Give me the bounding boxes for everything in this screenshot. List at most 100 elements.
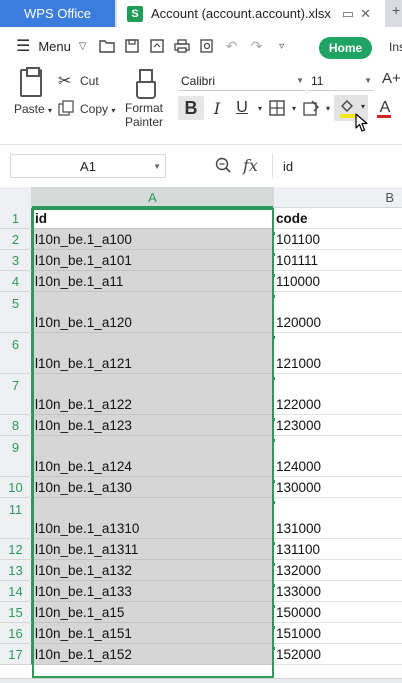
format-painter-button[interactable]: Format Painter	[125, 101, 163, 129]
row-header-4[interactable]: 4	[0, 271, 32, 292]
cell-a13[interactable]: l10n_be.1_a132	[32, 560, 273, 581]
paste-button[interactable]: Paste ▾	[14, 102, 52, 116]
copy-icon[interactable]	[58, 100, 74, 119]
undo-icon[interactable]: ↶	[224, 38, 240, 54]
redo-icon[interactable]: ↷	[249, 38, 265, 54]
row-header-3[interactable]: 3	[0, 250, 32, 271]
customize-chevron-icon[interactable]: ▿	[274, 38, 290, 54]
cell-b11[interactable]: 131000	[273, 498, 402, 539]
export-icon[interactable]	[149, 38, 165, 54]
row-header-12[interactable]: 12	[0, 539, 32, 560]
chevron-down-icon[interactable]: ▽	[79, 41, 87, 52]
row-header-6[interactable]: 6	[0, 333, 32, 374]
cell-a1[interactable]: id	[32, 208, 273, 229]
underline-button[interactable]: U	[230, 96, 254, 120]
new-tab-icon[interactable]: +	[392, 2, 400, 18]
row-header-15[interactable]: 15	[0, 602, 32, 623]
fx-icon[interactable]: fx	[243, 156, 258, 175]
row-header-1[interactable]: 1	[0, 208, 32, 229]
row-header-17[interactable]: 17	[0, 644, 32, 665]
formula-input[interactable]: id	[272, 154, 402, 178]
open-folder-icon[interactable]	[98, 38, 115, 54]
cell-a16[interactable]: l10n_be.1_a151	[32, 623, 273, 644]
cell-style-chevron-icon[interactable]: ▾	[322, 96, 334, 120]
cell-a2[interactable]: l10n_be.1_a100	[32, 229, 273, 250]
row-header-8[interactable]: 8	[0, 415, 32, 436]
cell-b14[interactable]: 133000	[273, 581, 402, 602]
print-icon[interactable]	[173, 38, 190, 54]
cell-a9[interactable]: l10n_be.1_a124	[32, 436, 273, 477]
underline-chevron-icon[interactable]: ▾	[254, 96, 266, 120]
column-header-a[interactable]: A	[32, 187, 273, 208]
sheet-tabs-strip[interactable]	[0, 678, 402, 683]
hamburger-icon[interactable]: ☰	[16, 36, 30, 56]
cell-a15[interactable]: l10n_be.1_a15	[32, 602, 273, 623]
row-header-13[interactable]: 13	[0, 560, 32, 581]
cell-a6[interactable]: l10n_be.1_a121	[32, 333, 273, 374]
font-size-select[interactable]: 11 ▼	[308, 71, 374, 91]
cell-a3[interactable]: l10n_be.1_a101	[32, 250, 273, 271]
restore-icon[interactable]: ▭	[342, 6, 360, 21]
print-preview-icon[interactable]	[199, 38, 215, 54]
cell-b15[interactable]: 150000	[273, 602, 402, 623]
select-all-corner[interactable]	[0, 187, 32, 208]
name-box[interactable]: A1 ▼	[10, 154, 166, 178]
cell-a11[interactable]: l10n_be.1_a1310	[32, 498, 273, 539]
borders-icon[interactable]	[266, 96, 288, 120]
row-header-9[interactable]: 9	[0, 436, 32, 477]
cell-style-icon[interactable]	[300, 96, 322, 120]
copy-button[interactable]: Copy ▾	[80, 102, 115, 116]
cell-a8[interactable]: l10n_be.1_a123	[32, 415, 273, 436]
scissors-icon[interactable]: ✂	[58, 71, 71, 91]
cell-a12[interactable]: l10n_be.1_a1311	[32, 539, 273, 560]
cell-b1[interactable]: code	[273, 208, 402, 229]
cell-b8[interactable]: 123000	[273, 415, 402, 436]
save-icon[interactable]	[124, 38, 140, 54]
cell-b10[interactable]: 130000	[273, 477, 402, 498]
spreadsheet-grid[interactable]: A B 1 id code 2 l10n_be.1_a100 101100 3 l10n…	[0, 187, 402, 683]
cut-button[interactable]: Cut	[80, 74, 99, 88]
cell-a5[interactable]: l10n_be.1_a120	[32, 292, 273, 333]
cell-b12[interactable]: 131100	[273, 539, 402, 560]
cell-b7[interactable]: 122000	[273, 374, 402, 415]
row-header-5[interactable]: 5	[0, 292, 32, 333]
wps-office-tab[interactable]: WPS Office	[0, 0, 115, 27]
cell-b6[interactable]: 121000	[273, 333, 402, 374]
cell-a7[interactable]: l10n_be.1_a122	[32, 374, 273, 415]
increase-font-icon[interactable]: A+	[382, 70, 401, 87]
font-color-button[interactable]: A	[374, 96, 396, 120]
cell-b17[interactable]: 152000	[273, 644, 402, 665]
borders-chevron-icon[interactable]: ▾	[288, 96, 300, 120]
cell-b13[interactable]: 132000	[273, 560, 402, 581]
column-header-b[interactable]: B	[273, 187, 402, 208]
row-header-10[interactable]: 10	[0, 477, 32, 498]
cell-b4[interactable]: 110000	[273, 271, 402, 292]
cell-a14[interactable]: l10n_be.1_a133	[32, 581, 273, 602]
row-header-14[interactable]: 14	[0, 581, 32, 602]
paste-icon[interactable]	[20, 67, 42, 97]
cell-b16[interactable]: 151000	[273, 623, 402, 644]
cell-a17[interactable]: l10n_be.1_a152	[32, 644, 273, 665]
italic-button[interactable]: I	[204, 96, 230, 120]
cell-b5[interactable]: 120000	[273, 292, 402, 333]
font-name-select[interactable]: Calibri ▼	[178, 71, 306, 91]
fill-chevron-icon[interactable]: ▾	[361, 102, 365, 111]
cell-a10[interactable]: l10n_be.1_a130	[32, 477, 273, 498]
document-tab[interactable]: S Account (account.account).xlsx ▭✕	[117, 0, 385, 27]
row-header-7[interactable]: 7	[0, 374, 32, 415]
row-header-2[interactable]: 2	[0, 229, 32, 250]
close-tab-icon[interactable]: ✕	[360, 6, 377, 21]
tab-insert[interactable]: Ins	[389, 40, 402, 54]
menu-button[interactable]: Menu	[38, 39, 71, 54]
cell-b9[interactable]: 124000	[273, 436, 402, 477]
cell-b2[interactable]: 101100	[273, 229, 402, 250]
row-header-11[interactable]: 11	[0, 498, 32, 539]
row-header-16[interactable]: 16	[0, 623, 32, 644]
zoom-icon[interactable]	[215, 157, 231, 173]
format-painter-icon[interactable]	[136, 69, 156, 99]
tab-controls[interactable]: ▭✕	[342, 6, 377, 22]
tab-home[interactable]: Home	[319, 37, 372, 59]
bold-button[interactable]: B	[178, 96, 204, 120]
cell-a4[interactable]: l10n_be.1_a11	[32, 271, 273, 292]
cell-b3[interactable]: 101111	[273, 250, 402, 271]
